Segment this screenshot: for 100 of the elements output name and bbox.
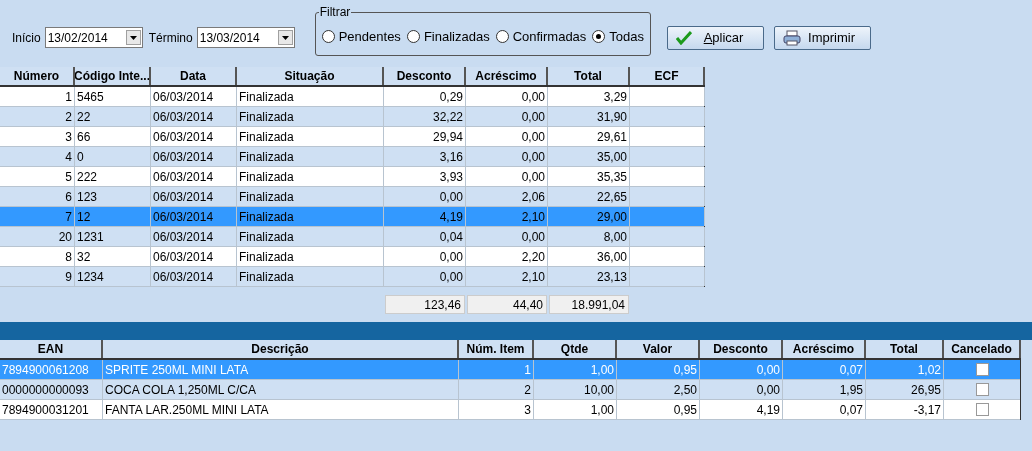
checkbox[interactable] [976,403,989,416]
table-row[interactable]: 6 123 06/03/2014 Finalizada 0,00 2,06 22,65 [0,187,704,207]
column-header[interactable]: Acréscimo [466,67,548,85]
printer-icon [783,29,802,46]
table-cell: 1234 [75,267,151,286]
column-header[interactable]: Total [548,67,630,85]
table-cell: 7894900031201 [0,400,103,419]
table-row[interactable]: 3 66 06/03/2014 Finalizada 29,94 0,00 29,61 [0,127,704,147]
table-cell: 06/03/2014 [151,267,237,286]
table-row[interactable]: 4 0 06/03/2014 Finalizada 3,16 0,00 35,00 [0,147,704,167]
column-header[interactable]: Número [0,67,75,85]
column-header[interactable]: Desconto [700,340,783,358]
table-cell: 1,00 [534,360,617,379]
radio-icon[interactable] [406,30,420,43]
total-field: 44,40 [467,295,547,314]
column-header[interactable]: Data [151,67,237,85]
radio-option[interactable]: Finalizadas [406,26,490,47]
radio-icon[interactable] [495,30,509,43]
table-cell: 29,00 [548,207,630,226]
table-cell: 0,00 [466,147,548,166]
table-cell: 0,00 [466,227,548,246]
column-header[interactable]: Desconto [384,67,466,85]
table-cell: 1,95 [783,380,866,399]
column-header[interactable]: Acréscimo [783,340,866,358]
table-cell: 0,00 [700,380,783,399]
table-cell: 1 [0,87,75,106]
print-button[interactable]: Imprimir [774,25,872,50]
table-cell: Finalizada [237,247,384,266]
table-cell: SPRITE 250ML MINI LATA [103,360,459,379]
table-row[interactable]: 20 1231 06/03/2014 Finalizada 0,04 0,00 8,00 [0,227,704,247]
table-cell: -3,17 [866,400,944,419]
table-cell: 7894900061208 [0,360,103,379]
table-cell: Finalizada [237,207,384,226]
table-row[interactable]: 7894900031201 FANTA LAR.250ML MINI LATA 3 1,00 0,95 4,19 0,07 -3,17 [0,400,1020,420]
column-header[interactable]: ECF [630,67,705,85]
checkbox[interactable] [976,363,989,376]
date-field[interactable]: 13/02/2014 [44,27,143,48]
table-row[interactable]: 1 5465 06/03/2014 Finalizada 0,29 0,00 3,29 [0,87,704,107]
table-cell: 31,90 [548,107,630,126]
table-row[interactable]: 0000000000093 COCA COLA 1,250ML C/CA 2 10,00 2,50 0,00 1,95 26,95 [0,380,1020,400]
table-cell: 06/03/2014 [151,227,237,246]
column-header[interactable]: Cancelado [944,340,1021,358]
table-cell: 0,00 [700,360,783,379]
table-cell: Finalizada [237,227,384,246]
table-cell: 0,07 [783,400,866,419]
checkbox[interactable] [976,383,989,396]
table-row[interactable]: 9 1234 06/03/2014 Finalizada 0,00 2,10 23,13 [0,267,704,287]
column-header[interactable]: Valor [617,340,700,358]
total-field: 123,46 [385,295,465,314]
table-cell: 22,65 [548,187,630,206]
table-cell: 4,19 [700,400,783,419]
table-cell: 06/03/2014 [151,87,237,106]
table-cell: 10,00 [534,380,617,399]
column-header[interactable]: Total [866,340,944,358]
table-row[interactable]: 5 222 06/03/2014 Finalizada 3,93 0,00 35,35 [0,167,704,187]
table-cell: 123 [75,187,151,206]
radio-option[interactable]: Pendentes [321,26,401,47]
radio-option[interactable]: Todas [592,26,645,47]
column-header[interactable]: EAN [0,340,103,358]
table-cell: 3 [0,127,75,146]
table-row[interactable]: 2 22 06/03/2014 Finalizada 32,22 0,00 31,90 [0,107,704,127]
table-cell: 3,16 [384,147,466,166]
apply-button[interactable]: Aplicar [667,25,765,50]
table-cell: 0,00 [384,267,466,286]
dropdown-icon[interactable] [125,30,141,45]
table-cell: 0,04 [384,227,466,246]
table-cell: 23,13 [548,267,630,286]
table-cell: 9 [0,267,75,286]
table-cell: 32,22 [384,107,466,126]
date-field[interactable]: 13/03/2014 [196,27,295,48]
table-cell: 2 [0,107,75,126]
table-cell: 2,10 [466,207,548,226]
table-cell: 12 [75,207,151,226]
column-header[interactable]: Qtde [534,340,617,358]
column-header[interactable]: Núm. Item [459,340,534,358]
table-cell: Finalizada [237,127,384,146]
checkmark-icon [676,30,693,45]
radio-icon[interactable] [592,30,606,43]
radio-icon[interactable] [321,30,335,43]
table-cell: 36,00 [548,247,630,266]
table-cell: 0 [75,147,151,166]
group-title: Filtrar [318,4,352,19]
column-header[interactable]: Descrição [103,340,459,358]
field-label: Término [148,29,193,47]
table-row[interactable]: 7 12 06/03/2014 Finalizada 4,19 2,10 29,00 [0,207,704,227]
table-cell: 3,29 [548,87,630,106]
table-cell: 20 [0,227,75,246]
table-row[interactable]: 8 32 06/03/2014 Finalizada 0,00 2,20 36,00 [0,247,704,267]
table-cell: 3,93 [384,167,466,186]
table-cell: 0,07 [783,360,866,379]
table-cell: 2 [459,380,534,399]
table-cell: 06/03/2014 [151,247,237,266]
table-cell: 2,10 [466,267,548,286]
table-cell: 29,61 [548,127,630,146]
column-header[interactable]: Código Inte... [75,67,151,85]
table-cell: Finalizada [237,87,384,106]
column-header[interactable]: Situação [237,67,384,85]
radio-option[interactable]: Confirmadas [495,26,587,47]
dropdown-icon[interactable] [277,30,293,45]
table-cell: 0,00 [466,127,548,146]
